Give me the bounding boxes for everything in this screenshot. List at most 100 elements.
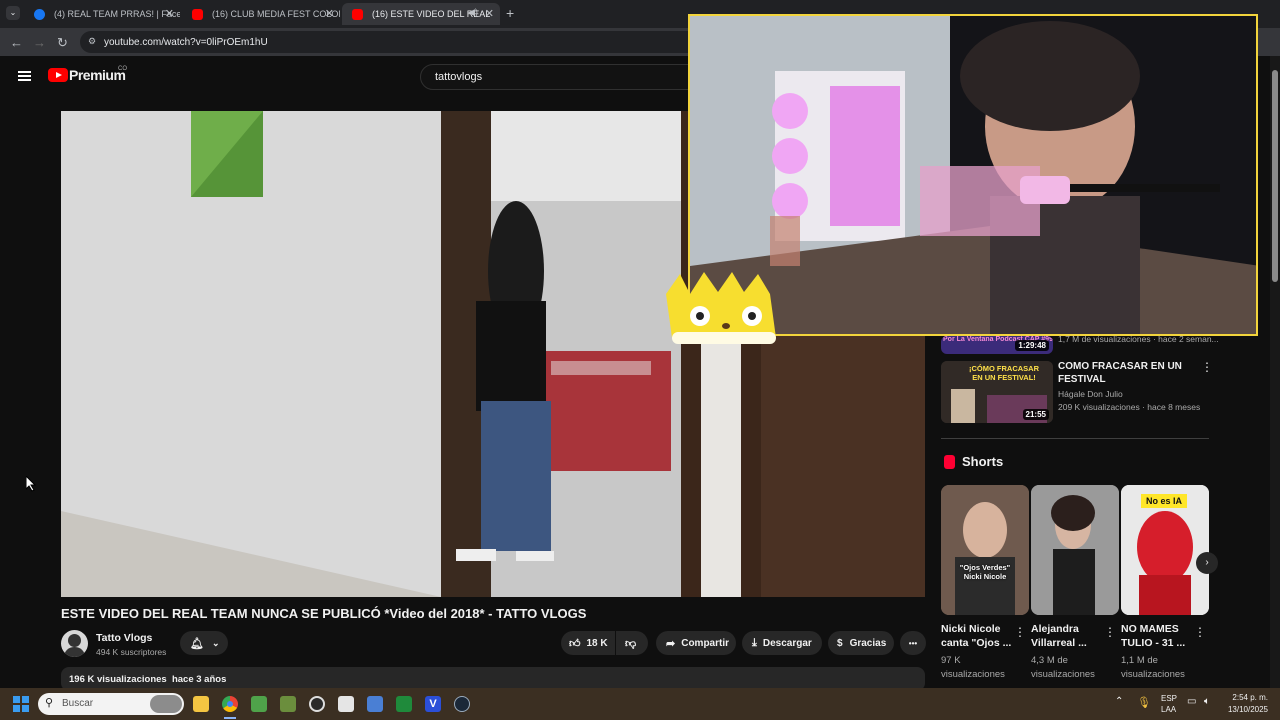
channel-avatar[interactable] [61, 630, 88, 657]
clock-time[interactable]: 2:54 p. m. [1232, 693, 1268, 702]
short-views: 1,1 M de visualizaciones [1121, 655, 1185, 680]
short-thumbnail[interactable]: "Ojos Verdes" Nicki Nicole [941, 485, 1029, 615]
premium-logo-text[interactable]: Premium [69, 67, 126, 83]
short-overlay-badge: No es IA [1141, 494, 1188, 508]
scrollbar-thumb[interactable] [1272, 70, 1278, 282]
chevron-down-icon: ⌄ [211, 637, 220, 648]
taskbar-search-input[interactable]: ⚲ Buscar [38, 693, 184, 715]
channel-name[interactable]: Hágale Don Julio [1058, 389, 1123, 399]
share-icon: ➦ [666, 637, 676, 650]
language-bottom[interactable]: LAA [1161, 705, 1176, 714]
more-horizontal-icon: ••• [908, 638, 918, 648]
short-thumbnail[interactable]: No es IA [1121, 485, 1209, 615]
subscriber-count: 494 K suscriptores [96, 647, 167, 657]
new-tab-icon[interactable]: + [506, 5, 514, 21]
short-views: 4,3 M de visualizaciones [1031, 655, 1095, 680]
search-highlight-icon [150, 695, 182, 713]
thumbs-down-icon: 👎︎ [625, 637, 637, 650]
close-tab-icon[interactable]: ✕ [325, 7, 334, 20]
steam-icon[interactable] [454, 696, 470, 712]
video-meta: 209 K visualizaciones · hace 8 meses [1058, 402, 1201, 412]
taskbar-search-placeholder: Buscar [62, 698, 94, 709]
download-icon: ⤓ [752, 636, 757, 649]
youtube-icon [352, 9, 363, 20]
more-options-icon[interactable]: ⋮ [1194, 625, 1206, 639]
facebook-icon [34, 9, 45, 20]
divider [941, 438, 1209, 439]
forward-icon[interactable]: → [33, 35, 46, 50]
video-title: ESTE VIDEO DEL REAL TEAM NUNCA SE PUBLIC… [61, 606, 587, 621]
document-app-icon[interactable] [338, 696, 354, 712]
thanks-button[interactable]: $ Gracias [828, 631, 894, 655]
short-overlay-text: "Ojos Verdes" Nicki Nicole [959, 563, 1011, 581]
duration-badge: 21:55 [1022, 409, 1049, 420]
tab-este-video[interactable]: (16) ESTE VIDEO DEL REAL ◀) ✕ [342, 3, 500, 25]
tab-search-icon[interactable]: ⌄ [6, 6, 20, 20]
like-button[interactable]: 👍︎ 18 K [561, 631, 615, 655]
thanks-label: Gracias [849, 637, 887, 649]
youtube-logo-icon[interactable] [48, 68, 68, 82]
windows-taskbar: ⚲ Buscar V ⌃ 🎙︎ ESP LAA ▭ 🔈︎ 2:54 p. m. … [0, 688, 1280, 720]
share-label: Compartir [681, 637, 730, 649]
more-options-icon[interactable]: ⋮ [1014, 625, 1026, 639]
tab-title: (16) CLUB MEDIA FEST COLOM [212, 9, 340, 19]
chevron-up-icon[interactable]: ⌃ [1115, 696, 1123, 707]
tab-club-media-fest[interactable]: (16) CLUB MEDIA FEST COLOM ✕ [182, 3, 340, 25]
windows-start-icon[interactable] [13, 696, 29, 712]
reload-icon[interactable]: ↻ [57, 35, 68, 51]
close-tab-icon[interactable]: ✕ [165, 7, 174, 20]
video-thumbnail[interactable]: ¡CÓMO FRACASAR EN UN FESTIVAL! 21:55 [941, 361, 1053, 423]
short-image [941, 485, 1029, 615]
download-button[interactable]: ⤓ Descargar [742, 631, 822, 655]
video-thumbnail[interactable]: Por La Ventana Podcast CAP #99 "EDWAR" 1… [941, 336, 1053, 354]
short-title[interactable]: Nicki Nicole canta "Ojos ... [941, 622, 1021, 650]
thumbs-up-icon: 👍︎ [569, 637, 581, 650]
microphone-icon[interactable]: 🎙︎ [1137, 696, 1151, 709]
language-top[interactable]: ESP [1161, 694, 1177, 703]
more-actions-button[interactable]: ••• [900, 631, 926, 655]
speaker-icon[interactable]: ◀) [468, 7, 478, 18]
close-tab-icon[interactable]: ✕ [485, 7, 494, 20]
tab-facebook[interactable]: (4) REAL TEAM PRRAS! | Facebo ✕ [24, 3, 180, 25]
file-explorer-icon[interactable] [193, 696, 209, 712]
bell-icon: 🔔︎ [190, 637, 204, 650]
clock-date[interactable]: 13/10/2025 [1222, 705, 1268, 714]
volume-icon[interactable]: 🔈︎ [1204, 696, 1210, 707]
download-label: Descargar [762, 637, 812, 649]
terminal-app-icon[interactable] [396, 696, 412, 712]
active-app-indicator [224, 717, 236, 719]
short-title[interactable]: Alejandra Villarreal ... [1031, 622, 1111, 650]
video-title[interactable]: COMO FRACASAR EN UN FESTIVAL [1058, 360, 1198, 386]
v-app-icon[interactable]: V [425, 696, 441, 712]
like-count: 18 K [586, 637, 608, 649]
back-icon[interactable]: ← [10, 35, 23, 50]
minecraft-launcher-icon[interactable] [280, 696, 296, 712]
tab-title: (4) REAL TEAM PRRAS! | Facebo [54, 9, 180, 19]
minecraft-icon[interactable] [251, 696, 267, 712]
short-thumbnail[interactable] [1031, 485, 1119, 615]
short-image [1031, 485, 1119, 615]
next-shorts-button[interactable]: › [1196, 552, 1218, 574]
video-meta: 1,7 M de visualizaciones · hace 2 seman.… [1058, 334, 1219, 344]
chrome-icon[interactable] [222, 696, 238, 712]
country-code: CO [118, 66, 127, 72]
crown-character-sticker [666, 272, 776, 344]
site-info-icon[interactable]: ⚙ [88, 36, 96, 47]
short-title[interactable]: NO MAMES TULIO - 31 ... [1121, 622, 1201, 650]
dislike-button[interactable]: 👎︎ [616, 631, 648, 655]
more-options-icon[interactable]: ⋮ [1201, 360, 1213, 374]
network-icon[interactable]: ▭ [1187, 696, 1196, 707]
description-meta: 196 K visualizaciones hace 3 años [69, 674, 227, 685]
menu-icon[interactable] [18, 71, 31, 81]
scrollbar[interactable] [1270, 56, 1280, 688]
thanks-icon: $ [837, 637, 843, 649]
logitech-icon[interactable] [309, 696, 325, 712]
search-input[interactable]: tattovlogs [420, 64, 700, 90]
notification-bell-button[interactable]: 🔔︎ ⌄ [180, 631, 228, 655]
share-button[interactable]: ➦ Compartir [656, 631, 736, 655]
more-options-icon[interactable]: ⋮ [1104, 625, 1116, 639]
channel-name[interactable]: Tatto Vlogs [96, 632, 152, 644]
shorts-heading: Shorts [962, 454, 1004, 469]
mouse-cursor-icon [26, 476, 36, 492]
calculator-icon[interactable] [367, 696, 383, 712]
